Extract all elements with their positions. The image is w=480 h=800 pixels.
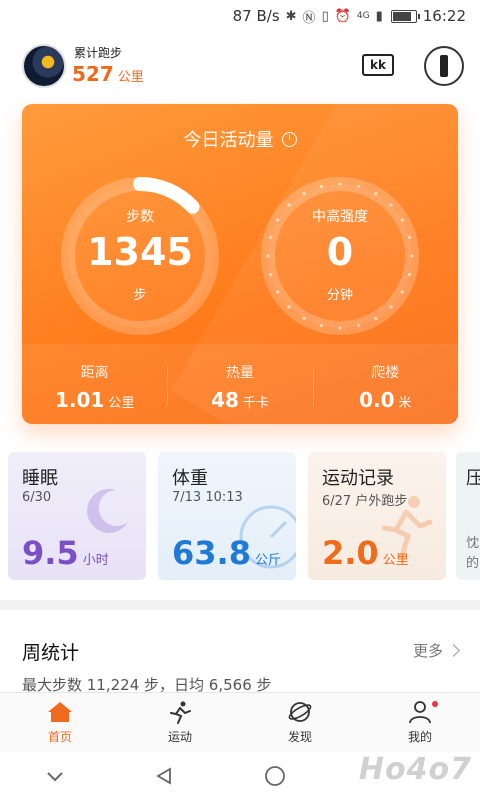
nav-label: 发现 xyxy=(287,730,312,744)
intensity-ring-dot xyxy=(338,326,342,330)
home-circle-icon[interactable] xyxy=(264,765,286,787)
nav-profile[interactable]: 我的 xyxy=(360,693,480,752)
notification-dot xyxy=(432,701,438,707)
nav-label: 首页 xyxy=(47,730,72,744)
section-divider xyxy=(0,600,480,610)
intensity-ring-dot xyxy=(389,305,393,309)
intensity-ring-dot xyxy=(302,316,306,320)
bottom-nav: 首页 运动 发现 我的 xyxy=(0,692,480,752)
record-title: 运动记录 xyxy=(322,468,394,489)
smart-band-icon[interactable] xyxy=(424,46,464,86)
sleep-date: 6/30 xyxy=(22,490,52,505)
steps-ring[interactable]: 步数 1345 步 xyxy=(58,174,222,338)
intensity-ring-dot xyxy=(357,184,361,189)
bluetooth-icon: ✱ xyxy=(285,8,297,24)
clock-icon[interactable] xyxy=(281,132,297,147)
status-bar: 87 B/s ✱ Ⓝ ▯ ⏰ 4G ▮ 16:22 xyxy=(0,0,480,32)
weight-title: 体重 xyxy=(172,468,208,489)
record-date: 6/27 户外跑步 xyxy=(322,494,408,509)
distance-unit: 公里 xyxy=(117,70,144,85)
profile-icon xyxy=(409,701,431,724)
intensity-value: 0 xyxy=(326,230,354,274)
header: 累计跑步 527 公里 kk xyxy=(0,38,480,94)
stress-tile[interactable]: 压 忱的 xyxy=(456,452,480,580)
steps-unit: 步 xyxy=(133,288,147,303)
intensity-ring-dot xyxy=(374,316,378,320)
stat-value: 0.0 xyxy=(359,388,395,412)
exercise-record-tile[interactable]: 运动记录 6/27 户外跑步 2.0 公里 xyxy=(308,452,446,580)
alarm-icon: ⏰ xyxy=(334,8,351,24)
stat-label: 爬楼 xyxy=(371,365,400,381)
nav-exercise[interactable]: 运动 xyxy=(120,693,240,752)
signal-icon: ▮ xyxy=(375,8,383,24)
stress-title: 压 xyxy=(466,468,480,489)
run-icon xyxy=(170,701,191,724)
activity-title: 今日活动量 xyxy=(22,126,458,152)
weekly-stats-title: 周统计 xyxy=(22,642,80,664)
weight-value: 63.8 xyxy=(172,534,251,572)
stat-label: 距离 xyxy=(80,365,109,381)
nav-label: 我的 xyxy=(407,730,432,744)
steps-label: 步数 xyxy=(126,209,154,225)
moon-icon xyxy=(87,488,128,533)
sleep-title: 睡眠 xyxy=(22,468,58,489)
weight-tile[interactable]: 体重 7/13 10:13 63.8 公斤 xyxy=(158,452,296,580)
distance-value: 527 xyxy=(72,62,114,86)
stat-unit: 米 xyxy=(398,396,412,411)
cumulative-run-distance[interactable]: 527 公里 xyxy=(72,62,144,86)
stat-distance[interactable]: 距离 1.01 公里 xyxy=(22,344,167,424)
sleep-tile[interactable]: 睡眠 6/30 9.5 小时 xyxy=(8,452,146,580)
intensity-ring-dot xyxy=(338,182,342,186)
activity-stats: 距离 1.01 公里 热量 48 千卡 爬楼 0.0 米 xyxy=(22,344,458,424)
intensity-ring-dot xyxy=(319,323,323,328)
stat-label: 热量 xyxy=(225,365,254,381)
activity-card[interactable]: 今日活动量 步数 1345 步 中高强度 0 分钟 距离 1.01 公里 热量 4… xyxy=(22,104,458,424)
nfc-icon: Ⓝ xyxy=(302,10,316,26)
stat-unit: 公里 xyxy=(108,396,135,411)
sleep-unit: 小时 xyxy=(82,553,109,568)
discover-icon xyxy=(288,702,312,722)
stat-unit: 千卡 xyxy=(242,396,269,411)
nav-label: 运动 xyxy=(167,730,192,744)
stat-value: 1.01 xyxy=(54,388,105,412)
ticket-icon[interactable]: kk xyxy=(362,54,394,76)
intensity-ring-dot xyxy=(357,323,361,328)
chevron-down-icon[interactable] xyxy=(45,769,65,783)
watermark: Ho4o7 xyxy=(358,752,472,787)
intensity-unit: 分钟 xyxy=(326,288,353,303)
intensity-ring-dot xyxy=(302,192,306,196)
intensity-ring-dot xyxy=(374,192,378,196)
record-value: 2.0 xyxy=(322,534,379,572)
home-icon xyxy=(48,702,72,722)
nav-home[interactable]: 首页 xyxy=(0,693,120,752)
stress-sub: 忱的 xyxy=(466,536,480,571)
clock: 16:22 xyxy=(422,7,466,25)
back-icon[interactable] xyxy=(154,766,174,786)
intensity-ring-dot xyxy=(319,184,323,189)
weight-date: 7/13 10:13 xyxy=(172,490,243,505)
network-type: 4G xyxy=(356,11,370,21)
record-unit: 公里 xyxy=(382,553,409,568)
sleep-value: 9.5 xyxy=(22,534,79,572)
weight-unit: 公斤 xyxy=(254,553,281,568)
intensity-ring-dot xyxy=(287,305,291,309)
intensity-label: 中高强度 xyxy=(312,209,368,225)
vibrate-icon: ▯ xyxy=(321,8,329,24)
avatar[interactable] xyxy=(22,44,66,88)
steps-value: 1345 xyxy=(87,230,193,274)
intensity-ring[interactable]: 中高强度 0 分钟 xyxy=(258,174,422,338)
nav-discover[interactable]: 发现 xyxy=(240,693,360,752)
network-speed: 87 B/s xyxy=(232,7,280,25)
chevron-right-icon xyxy=(447,644,460,657)
battery-icon xyxy=(390,9,420,23)
cumulative-run-title: 累计跑步 xyxy=(74,46,123,60)
stat-value: 48 xyxy=(211,388,239,412)
more-link[interactable]: 更多 xyxy=(413,640,460,661)
stat-calories[interactable]: 热量 48 千卡 xyxy=(167,344,312,424)
stat-floors[interactable]: 爬楼 0.0 米 xyxy=(312,344,458,424)
